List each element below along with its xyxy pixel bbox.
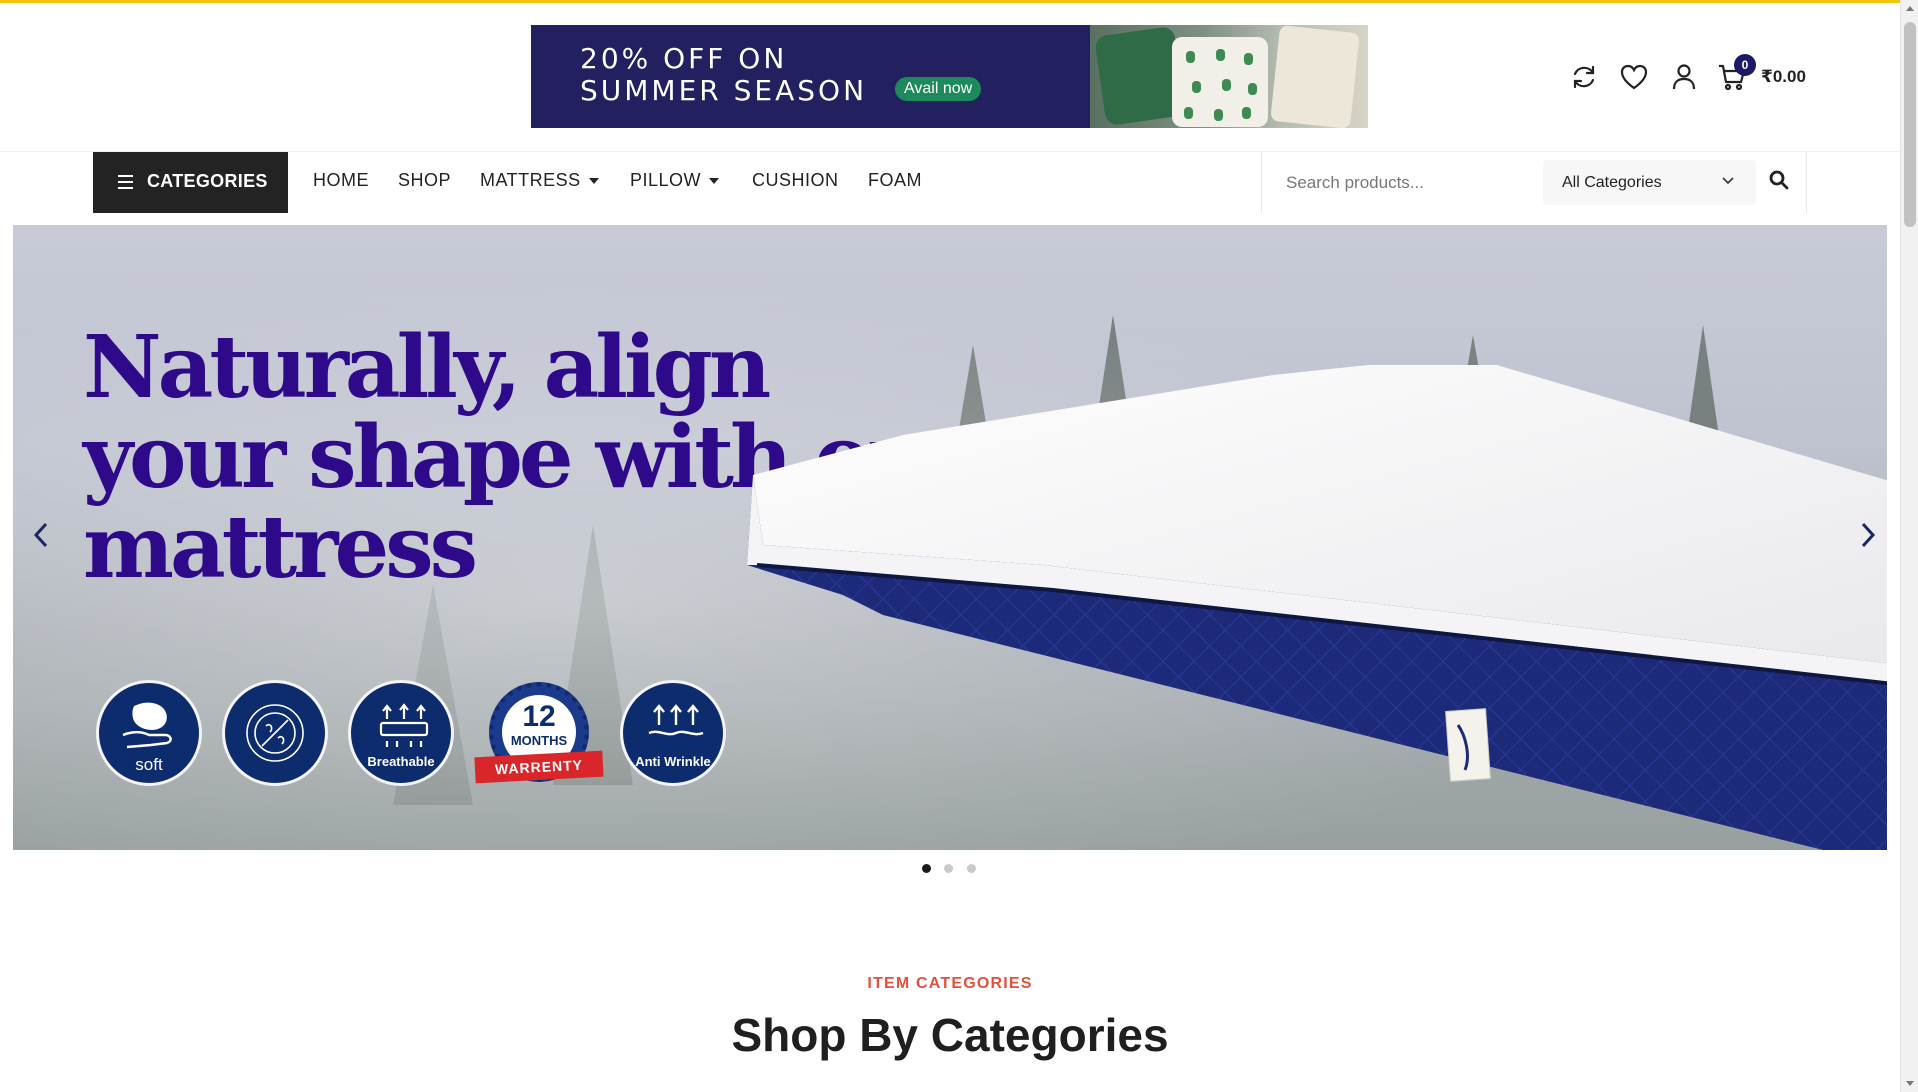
throw-blanket-image	[1270, 25, 1360, 128]
section-tag: ITEM CATEGORIES	[867, 975, 1033, 992]
slider-dot-2[interactable]	[944, 864, 953, 873]
nav-home[interactable]: HOME	[313, 170, 369, 191]
promo-image	[1090, 25, 1368, 128]
categories-menu-button[interactable]: CATEGORIES	[93, 152, 288, 213]
top-accent-strip	[0, 0, 1900, 3]
slider-prev-button[interactable]	[31, 520, 51, 550]
anti-wrinkle-icon	[648, 704, 704, 736]
antimicrobial-badge	[222, 680, 328, 786]
slider-next-button[interactable]	[1858, 520, 1878, 550]
page: 20% OFF ON SUMMER SEASON Avail now 0 ₹0.…	[0, 0, 1918, 1092]
caret-down-icon	[588, 178, 599, 185]
promo-line2: SUMMER SEASON	[580, 74, 868, 107]
slider-dot-1[interactable]	[922, 864, 931, 873]
breathable-icon	[379, 703, 429, 747]
scroll-up-arrow-icon[interactable]	[1906, 6, 1914, 11]
nav-cushion-label: CUSHION	[752, 170, 839, 190]
nav-cushion[interactable]: CUSHION	[752, 170, 839, 191]
breathable-label: Breathable	[367, 754, 435, 769]
nav-foam[interactable]: FOAM	[868, 170, 922, 191]
cart-count-badge: 0	[1734, 54, 1756, 76]
nav-shop-label: SHOP	[398, 170, 452, 190]
warranty-number: 12	[522, 700, 556, 733]
heart-icon	[1620, 64, 1648, 90]
nav-mattress[interactable]: MATTRESS	[480, 170, 599, 191]
scrollbar-thumb[interactable]	[1904, 22, 1916, 227]
soft-label: soft	[135, 755, 163, 774]
cactus-pillow-image	[1172, 37, 1268, 127]
nav-pillow-label: PILLOW	[630, 170, 702, 190]
scroll-down-arrow-icon[interactable]	[1906, 1081, 1914, 1086]
promo-cta[interactable]: Avail now	[895, 77, 982, 101]
chevron-left-icon	[33, 522, 48, 548]
promo-banner[interactable]: 20% OFF ON SUMMER SEASON Avail now	[531, 25, 1368, 128]
leaf-hand-icon	[122, 702, 172, 749]
slider-dot-3[interactable]	[967, 864, 976, 873]
soft-badge: soft	[96, 680, 202, 786]
warranty-unit: MONTHS	[510, 733, 568, 748]
refresh-icon	[1573, 65, 1595, 89]
nav-shop[interactable]: SHOP	[398, 170, 451, 191]
breathable-badge: Breathable	[348, 680, 454, 786]
antimicrobial-icon	[246, 704, 304, 762]
anti-wrinkle-label: Anti Wrinkle	[635, 754, 711, 769]
account-button[interactable]	[1669, 62, 1699, 92]
categories-label: CATEGORIES	[147, 171, 268, 191]
search-icon	[1769, 170, 1789, 190]
nav-pillow[interactable]: PILLOW	[630, 170, 720, 191]
promo-text: 20% OFF ON SUMMER SEASON	[580, 43, 867, 107]
section-title: Shop By Categories	[731, 1009, 1169, 1061]
user-icon	[1672, 64, 1696, 90]
nav-mattress-label: MATTRESS	[480, 170, 581, 190]
mattress-image	[747, 365, 1887, 850]
page-scrollbar[interactable]	[1900, 0, 1918, 1092]
anti-wrinkle-badge: Anti Wrinkle	[620, 680, 726, 786]
nav-home-label: HOME	[313, 170, 369, 190]
nav-foam-label: FOAM	[868, 170, 922, 190]
hero-slider: Naturally, align your shape with our mat…	[13, 225, 1887, 850]
search-button[interactable]	[1768, 169, 1794, 195]
caret-down-icon	[709, 178, 720, 185]
chevron-down-icon	[1722, 177, 1734, 185]
category-select-value: All Categories	[1562, 174, 1662, 191]
wishlist-button[interactable]	[1619, 62, 1649, 92]
category-select[interactable]: All Categories	[1543, 160, 1756, 205]
chevron-right-icon	[1861, 522, 1876, 548]
search-form: All Categories	[1261, 152, 1807, 213]
cart-total[interactable]: ₹0.00	[1761, 67, 1806, 87]
promo-line1: 20% OFF ON	[580, 42, 788, 75]
warranty-badge: 12 MONTHS WARRENTY	[474, 682, 604, 794]
hamburger-icon	[118, 175, 133, 189]
compare-button[interactable]	[1569, 62, 1599, 92]
search-input[interactable]	[1286, 168, 1546, 198]
warranty-ribbon: WARRENTY	[474, 750, 604, 784]
